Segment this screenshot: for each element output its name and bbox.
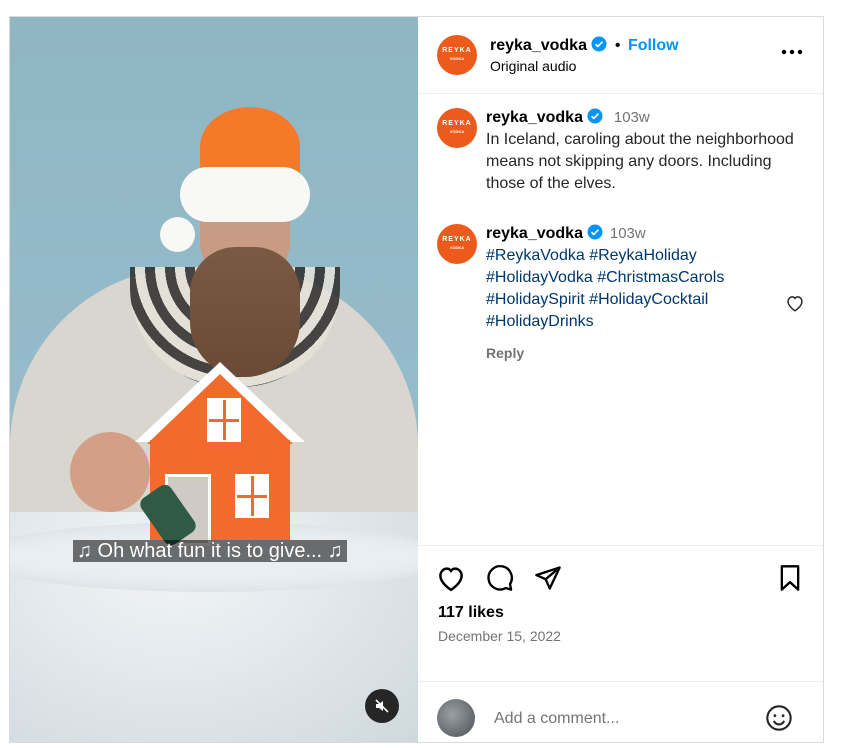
speaker-muted-icon (375, 699, 389, 713)
comment-username[interactable]: reyka_vodka (486, 225, 583, 242)
follow-button[interactable]: Follow (628, 37, 679, 54)
avatar-text: REYKA (442, 236, 472, 243)
audio-label[interactable]: Original audio (490, 58, 576, 74)
hand (70, 432, 150, 512)
emoji-icon (766, 705, 792, 731)
post-actions: 117 likes December 15, 2022 (418, 546, 823, 682)
avatar-text: REYKA (442, 120, 472, 127)
caption-comment: reyka_vodka 103w In Iceland, caroling ab… (486, 108, 796, 195)
comment-icon (487, 565, 513, 591)
video-caption: ♫ Oh what fun it is to give... ♫ (73, 540, 347, 562)
comment-avatar[interactable]: REYKA VODKA (437, 224, 477, 264)
heart-icon (787, 296, 803, 312)
hashtag-link[interactable]: #HolidayDrinks (486, 313, 594, 330)
avatar[interactable]: REYKA VODKA (437, 35, 477, 75)
hashtag-link[interactable]: #HolidayCocktail (589, 291, 708, 308)
comment-button[interactable] (486, 564, 514, 597)
more-icon (781, 49, 803, 55)
separator-dot: • (614, 37, 621, 54)
comment-username[interactable]: reyka_vodka (486, 109, 583, 126)
house-window (207, 398, 241, 442)
avatar-subtext: VODKA (449, 245, 465, 250)
post-header: REYKA VODKA reyka_vodka • Follow Origina… (418, 17, 823, 94)
likes-count[interactable]: 117 likes (438, 604, 504, 622)
hashtag-link[interactable]: #ReykaHoliday (589, 247, 697, 264)
comment-time[interactable]: 103w (610, 225, 646, 242)
more-options-button[interactable] (781, 43, 803, 55)
hashtag-link[interactable]: #ReykaVodka (486, 247, 585, 264)
hashtag-link[interactable]: #HolidaySpirit (486, 291, 585, 308)
verified-badge-icon (587, 108, 603, 129)
post-date[interactable]: December 15, 2022 (438, 628, 561, 644)
mute-button[interactable] (365, 689, 399, 723)
paper-plane-icon (535, 566, 561, 590)
santa-hat (160, 107, 320, 252)
comment-text: In Iceland, caroling about the neighborh… (486, 131, 794, 192)
avatar-subtext: VODKA (449, 56, 465, 61)
avatar-subtext: VODKA (449, 129, 465, 134)
like-button[interactable] (436, 564, 466, 597)
post-details-panel: REYKA VODKA reyka_vodka • Follow Origina… (418, 17, 823, 742)
reply-button[interactable]: Reply (486, 345, 766, 361)
current-user-avatar[interactable] (437, 699, 475, 737)
hashtag-link[interactable]: #ChristmasCarols (597, 269, 724, 286)
hashtag-comment: reyka_vodka 103w #ReykaVodka #ReykaHolid… (486, 224, 766, 361)
avatar-text: REYKA (442, 47, 472, 54)
beard (190, 247, 300, 377)
bookmark-icon (780, 565, 800, 591)
comment-avatar[interactable]: REYKA VODKA (437, 108, 477, 148)
share-button[interactable] (534, 564, 562, 597)
add-comment-bar (418, 682, 823, 742)
hashtag-link[interactable]: #HolidayVodka (486, 269, 593, 286)
heart-icon (439, 567, 463, 592)
comments-section: REYKA VODKA reyka_vodka 103w In Iceland,… (418, 94, 823, 546)
save-button[interactable] (777, 564, 803, 597)
like-comment-button[interactable] (785, 294, 805, 317)
verified-badge-icon (587, 224, 603, 245)
post-video[interactable]: ♫ Oh what fun it is to give... ♫ (10, 17, 418, 742)
house-window (235, 474, 269, 518)
instagram-post: ♫ Oh what fun it is to give... ♫ REYKA V… (9, 16, 824, 743)
username[interactable]: reyka_vodka (490, 37, 587, 54)
comment-time[interactable]: 103w (614, 109, 650, 126)
add-comment-input[interactable] (492, 706, 736, 732)
verified-badge-icon (591, 36, 607, 57)
emoji-button[interactable] (765, 704, 793, 737)
